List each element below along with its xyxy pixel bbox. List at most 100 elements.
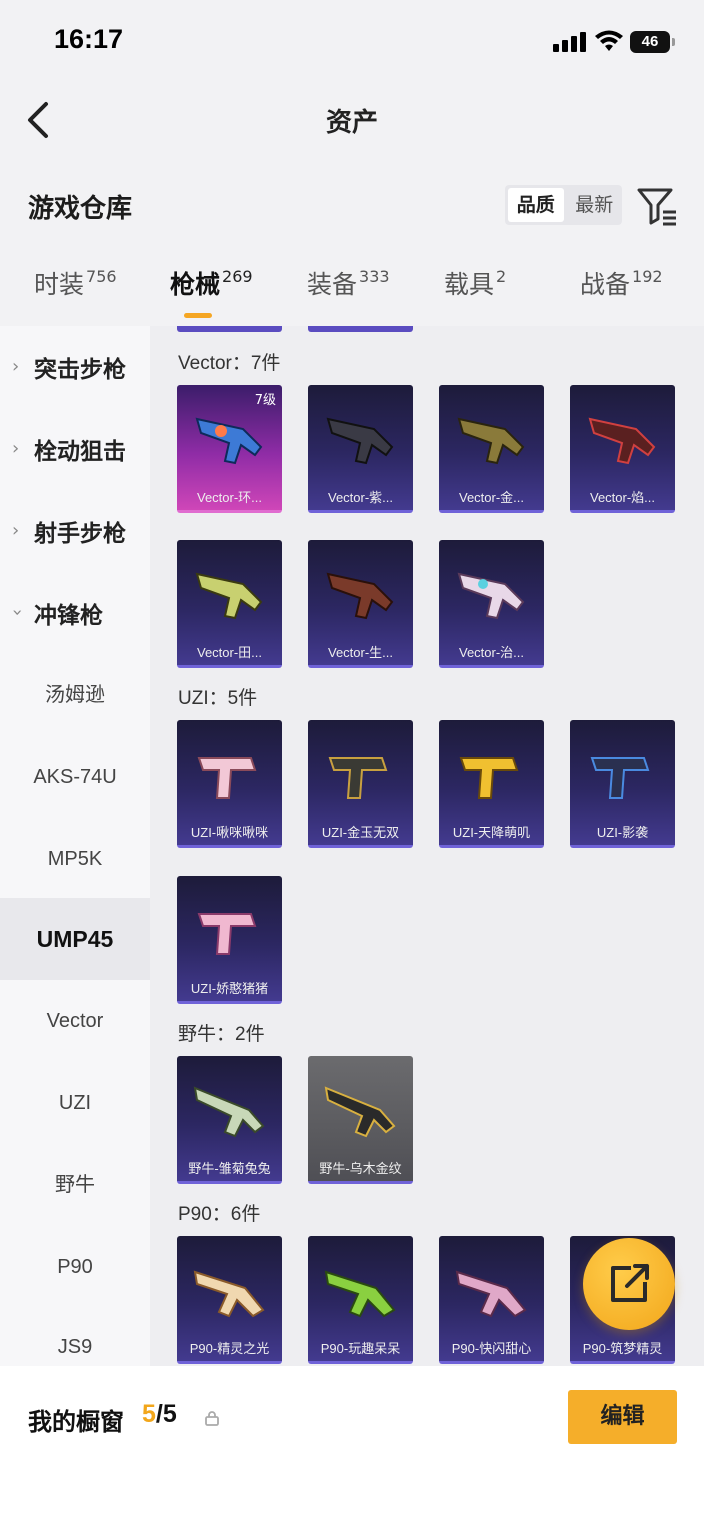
sidebar-sub-p90[interactable]: P90 — [0, 1226, 150, 1308]
smg-icon — [195, 417, 263, 465]
warehouse-row: 游戏仓库 品质 最新 — [0, 175, 704, 235]
tab-count: 269 — [222, 267, 253, 286]
lock-icon — [205, 1411, 219, 1426]
card-edge — [308, 326, 413, 332]
pistol-icon — [328, 757, 388, 799]
tab-vehicles[interactable]: 载具 2 — [444, 265, 506, 321]
item-name: UZI-天降萌叽 — [452, 825, 531, 840]
sidebar-sub-js9[interactable]: JS9 — [0, 1306, 150, 1366]
sidebar-sub-thompson[interactable]: 汤姆逊 — [0, 654, 150, 736]
showcase-bar: 我的橱窗 5/5 编辑 — [0, 1366, 704, 1523]
sidebar-item-label: 射手步枪 — [34, 521, 126, 547]
item-card[interactable]: P90-玩趣呆呆 — [308, 1236, 413, 1364]
item-name: UZI-啾咪啾咪 — [190, 825, 269, 840]
sort-quality-button[interactable]: 品质 — [508, 188, 564, 222]
item-card[interactable]: 野牛-乌木金纹 — [308, 1056, 413, 1184]
pistol-icon — [590, 757, 650, 799]
status-time: 16:17 — [54, 24, 124, 54]
cellular-signal-icon — [553, 30, 587, 52]
sidebar-item-marksman-rifle[interactable]: › 射手步枪 — [0, 490, 150, 572]
sort-newest-button[interactable]: 最新 — [567, 185, 623, 225]
rifle-icon — [193, 1086, 265, 1138]
tab-label: 载具 — [444, 270, 495, 299]
sidebar-item-label: 突击步枪 — [34, 357, 126, 383]
showcase-count: 5/5 — [142, 1400, 177, 1429]
tab-equipment[interactable]: 装备 333 — [307, 265, 390, 321]
item-name: P90-筑梦精灵 — [582, 1341, 663, 1356]
item-card[interactable]: P90-快闪甜心 — [439, 1236, 544, 1364]
rifle-icon — [324, 1270, 396, 1318]
item-card[interactable]: UZI-金玉无双 — [308, 720, 413, 848]
sidebar-item-smg[interactable]: › 冲锋枪 — [0, 572, 150, 654]
pistol-icon — [459, 757, 519, 799]
tab-count: 333 — [359, 267, 390, 286]
showcase-current: 5 — [142, 1400, 156, 1428]
smg-icon — [326, 572, 394, 620]
item-name: UZI-影袭 — [596, 825, 649, 840]
item-name: UZI-金玉无双 — [321, 825, 400, 840]
item-card[interactable]: Vector-治... — [439, 540, 544, 668]
tab-fashion[interactable]: 时装 756 — [34, 265, 117, 321]
chevron-right-icon: › — [12, 438, 20, 459]
sidebar-item-bolt-sniper[interactable]: › 栓动狙击 — [0, 408, 150, 490]
item-card[interactable]: Vector-紫... — [308, 385, 413, 513]
item-card[interactable]: Vector-金... — [439, 385, 544, 513]
group-title-p90: P90：6件 — [178, 1204, 261, 1225]
sidebar-sub-vector[interactable]: Vector — [0, 980, 150, 1062]
item-card[interactable]: UZI-娇憨猪猪 — [177, 876, 282, 1004]
item-name: P90-快闪甜心 — [451, 1341, 532, 1356]
status-bar: 16:17 46 — [0, 0, 704, 80]
sidebar-sub-uzi[interactable]: UZI — [0, 1062, 150, 1144]
item-card[interactable]: UZI-影袭 — [570, 720, 675, 848]
sort-toggle: 品质 最新 — [505, 185, 622, 225]
showcase-label: 我的橱窗 — [28, 1408, 124, 1436]
sidebar-item-assault-rifle[interactable]: › 突击步枪 — [0, 326, 150, 408]
item-card[interactable]: Vector-田... — [177, 540, 282, 668]
item-name: Vector-治... — [458, 645, 525, 660]
active-tab-indicator — [184, 313, 212, 318]
chevron-right-icon: › — [12, 356, 20, 377]
card-edge — [177, 326, 282, 332]
sidebar-sub-mp5k[interactable]: MP5K — [0, 818, 150, 900]
item-card[interactable]: UZI-啾咪啾咪 — [177, 720, 282, 848]
sidebar-item-label: 冲锋枪 — [34, 603, 103, 629]
sidebar-item-label: 栓动狙击 — [34, 439, 126, 465]
pistol-icon — [197, 913, 257, 955]
tab-supplies[interactable]: 战备 192 — [580, 265, 663, 321]
sidebar-sub-aks74u[interactable]: AKS-74U — [0, 736, 150, 818]
sidebar-sub-ump45[interactable]: UMP45 — [0, 898, 150, 980]
item-name: P90-玩趣呆呆 — [320, 1341, 401, 1356]
tab-count: 2 — [496, 267, 507, 286]
tab-firearms[interactable]: 枪械 269 — [170, 265, 253, 321]
item-grid: Vector：7件 7级 Vector-环... Vector-紫... Vec… — [150, 326, 704, 1366]
item-card[interactable]: UZI-天降萌叽 — [439, 720, 544, 848]
smg-icon — [195, 572, 263, 620]
rifle-icon — [455, 1270, 527, 1318]
share-icon — [611, 1264, 649, 1302]
share-button[interactable] — [583, 1238, 675, 1330]
filter-icon[interactable] — [636, 185, 678, 227]
page-title: 资产 — [325, 108, 378, 138]
group-title-vector: Vector：7件 — [178, 353, 281, 374]
tab-count: 192 — [632, 267, 663, 286]
warehouse-title: 游戏仓库 — [28, 194, 133, 224]
item-card[interactable]: 野牛-雏菊兔兔 — [177, 1056, 282, 1184]
item-card[interactable]: P90-精灵之光 — [177, 1236, 282, 1364]
smg-icon — [326, 417, 394, 465]
item-card[interactable]: 7级 Vector-环... — [177, 385, 282, 513]
item-name: Vector-焰... — [589, 490, 656, 505]
tab-count: 756 — [86, 267, 117, 286]
nav-header: 资产 — [0, 80, 704, 160]
item-name: 野牛-雏菊兔兔 — [188, 1161, 271, 1176]
group-title-bizon: 野牛：2件 — [178, 1024, 265, 1045]
item-name: Vector-生... — [327, 645, 394, 660]
item-card[interactable]: Vector-焰... — [570, 385, 675, 513]
item-name: P90-精灵之光 — [189, 1341, 270, 1356]
weapon-sidebar: › 突击步枪 › 栓动狙击 › 射手步枪 › 冲锋枪 汤姆逊 AKS-74U M… — [0, 326, 150, 1366]
sidebar-sub-bizon[interactable]: 野牛 — [0, 1144, 150, 1226]
rifle-icon — [193, 1270, 265, 1318]
chevron-down-icon: › — [7, 608, 29, 617]
item-name: Vector-田... — [196, 645, 263, 660]
item-card[interactable]: Vector-生... — [308, 540, 413, 668]
edit-button[interactable]: 编辑 — [568, 1390, 677, 1444]
